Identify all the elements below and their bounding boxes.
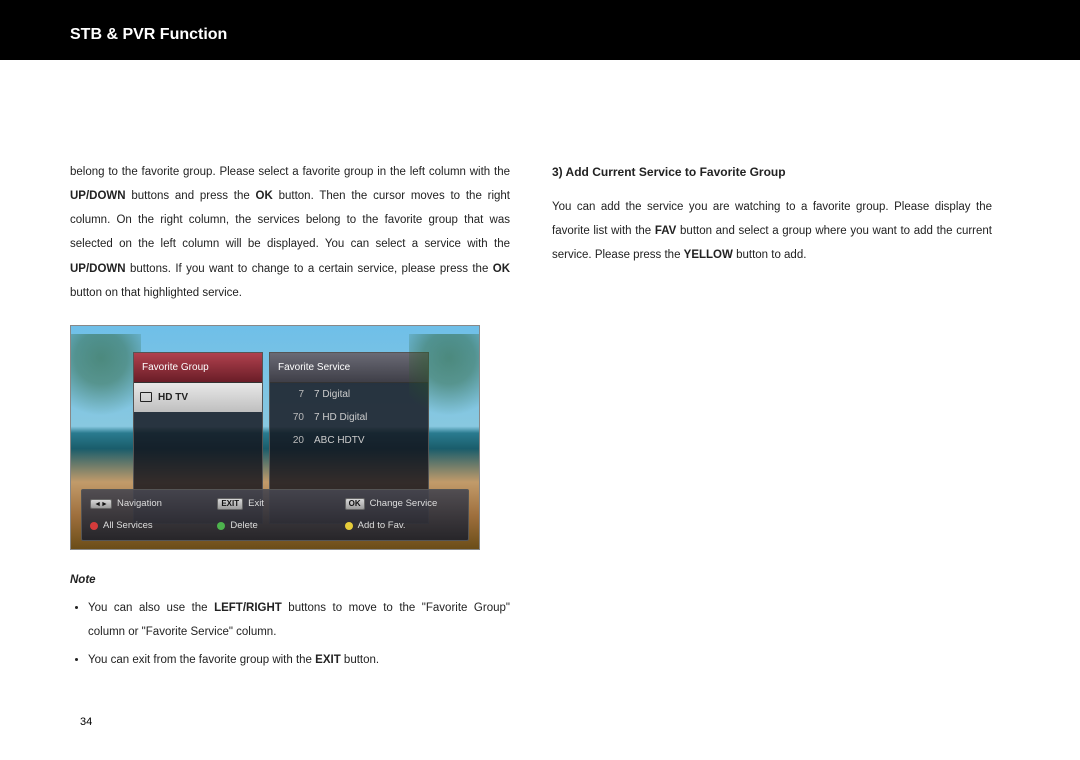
kw-ok: OK bbox=[493, 263, 510, 275]
favorite-group-label: HD TV bbox=[158, 387, 188, 408]
service-row[interactable]: 70 7 HD Digital bbox=[270, 406, 428, 429]
kw-ok: OK bbox=[256, 190, 273, 202]
text: You can also use the bbox=[88, 602, 214, 614]
service-num: 7 bbox=[276, 384, 304, 405]
exit-key-icon: EXIT bbox=[217, 498, 243, 510]
hint-bar: Navigation EXIT Exit OK Change Service A… bbox=[81, 489, 469, 541]
yellow-dot-icon bbox=[345, 522, 353, 530]
tv-icon bbox=[140, 392, 152, 402]
service-num: 20 bbox=[276, 430, 304, 451]
hint-all-services: All Services bbox=[90, 516, 205, 536]
text: belong to the favorite group. Please sel… bbox=[70, 166, 510, 178]
text: You can exit from the favorite group wit… bbox=[88, 654, 315, 666]
hint-label: Delete bbox=[230, 516, 257, 536]
text: button to add. bbox=[736, 249, 806, 261]
right-paragraph: You can add the service you are watching… bbox=[552, 195, 992, 267]
left-column: belong to the favorite group. Please sel… bbox=[70, 160, 510, 676]
note-heading: Note bbox=[70, 568, 510, 592]
favorite-group-header: Favorite Group bbox=[134, 353, 262, 383]
hint-delete: Delete bbox=[217, 516, 332, 536]
kw-fav: FAV bbox=[655, 225, 677, 237]
service-num: 70 bbox=[276, 407, 304, 428]
tv-screenshot: Favorite Group HD TV Favorite Service 7 … bbox=[70, 325, 480, 550]
arrow-keys-icon bbox=[90, 499, 112, 509]
favorite-service-header: Favorite Service bbox=[270, 353, 428, 383]
kw-updown: UP/DOWN bbox=[70, 263, 126, 275]
kw-exit: EXIT bbox=[315, 654, 341, 666]
hint-label: All Services bbox=[103, 516, 153, 536]
right-column: 3) Add Current Service to Favorite Group… bbox=[552, 160, 992, 676]
note-list: You can also use the LEFT/RIGHT buttons … bbox=[70, 596, 510, 672]
note-item: You can exit from the favorite group wit… bbox=[88, 648, 510, 672]
service-name: 7 HD Digital bbox=[314, 407, 367, 428]
green-dot-icon bbox=[217, 522, 225, 530]
kw-updown: UP/DOWN bbox=[70, 190, 126, 202]
hint-navigation: Navigation bbox=[90, 494, 205, 514]
note-item: You can also use the LEFT/RIGHT buttons … bbox=[88, 596, 510, 644]
hint-exit: EXIT Exit bbox=[217, 494, 332, 514]
hint-label: Navigation bbox=[117, 494, 162, 514]
section-heading: 3) Add Current Service to Favorite Group bbox=[552, 160, 992, 185]
ok-key-icon: OK bbox=[345, 498, 365, 510]
hint-label: Exit bbox=[248, 494, 264, 514]
service-row[interactable]: 7 7 Digital bbox=[270, 383, 428, 406]
service-name: ABC HDTV bbox=[314, 430, 365, 451]
text: button. bbox=[344, 654, 379, 666]
text: buttons and press the bbox=[131, 190, 255, 202]
hint-label: Change Service bbox=[370, 494, 438, 514]
header-band: STB & PVR Function bbox=[0, 0, 1080, 60]
red-dot-icon bbox=[90, 522, 98, 530]
text: button on that highlighted service. bbox=[70, 287, 242, 299]
service-name: 7 Digital bbox=[314, 384, 350, 405]
hint-change-service: OK Change Service bbox=[345, 494, 460, 514]
kw-leftright: LEFT/RIGHT bbox=[214, 602, 282, 614]
page-body: belong to the favorite group. Please sel… bbox=[0, 60, 1080, 676]
service-row[interactable]: 20 ABC HDTV bbox=[270, 429, 428, 452]
left-paragraph: belong to the favorite group. Please sel… bbox=[70, 160, 510, 305]
hint-add-fav: Add to Fav. bbox=[345, 516, 460, 536]
page-number: 34 bbox=[80, 716, 92, 728]
favorite-group-row[interactable]: HD TV bbox=[134, 383, 262, 412]
text: buttons. If you want to change to a cert… bbox=[130, 263, 493, 275]
page-title: STB & PVR Function bbox=[70, 26, 227, 60]
kw-yellow: YELLOW bbox=[684, 249, 733, 261]
hint-label: Add to Fav. bbox=[358, 516, 406, 536]
